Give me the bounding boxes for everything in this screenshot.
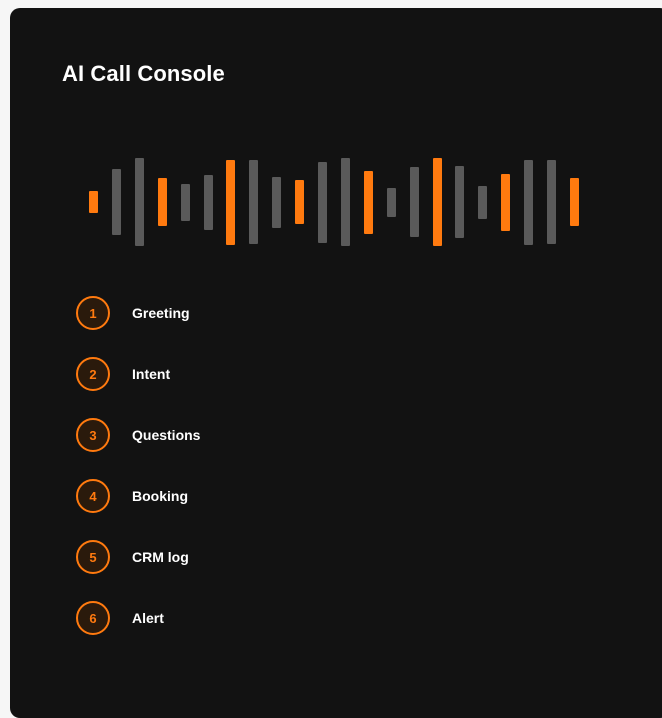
step-number-badge: 2	[76, 357, 110, 391]
waveform-bar	[272, 177, 281, 228]
call-steps-list: 1 Greeting 2 Intent 3 Questions 4 Bookin…	[76, 296, 200, 662]
step-label: Questions	[132, 427, 201, 443]
waveform-bar	[524, 160, 533, 245]
waveform-bar	[341, 158, 350, 246]
waveform-bar	[547, 160, 556, 244]
step-item-alert: 6 Alert	[76, 601, 200, 635]
step-label: Intent	[132, 366, 171, 382]
waveform-bar	[433, 158, 442, 246]
waveform-bar	[410, 167, 419, 237]
waveform-bar	[455, 166, 464, 238]
step-number-badge: 4	[76, 479, 110, 513]
waveform-bar	[181, 184, 190, 221]
waveform-bar	[89, 191, 98, 213]
waveform-bar	[478, 186, 487, 219]
step-label: Greeting	[132, 305, 190, 321]
waveform-bar	[226, 160, 235, 245]
step-label: Alert	[132, 610, 164, 626]
step-label: CRM log	[132, 549, 189, 565]
waveform-bar	[364, 171, 373, 234]
step-item-greeting: 1 Greeting	[76, 296, 200, 330]
step-label: Booking	[132, 488, 188, 504]
step-number-badge: 3	[76, 418, 110, 452]
call-console-panel: AI Call Console 1 Greeting 2 Intent 3 Qu…	[10, 8, 662, 718]
waveform-bar	[501, 174, 510, 231]
step-number-badge: 6	[76, 601, 110, 635]
waveform-bar	[570, 178, 579, 226]
step-item-intent: 2 Intent	[76, 357, 200, 391]
waveform-bar	[204, 175, 213, 230]
waveform-bar	[135, 158, 144, 246]
step-number-badge: 1	[76, 296, 110, 330]
step-item-crm-log: 5 CRM log	[76, 540, 200, 574]
waveform-bar	[112, 169, 121, 235]
waveform-bar	[158, 178, 167, 226]
waveform-bar	[249, 160, 258, 244]
waveform-bar	[295, 180, 304, 224]
step-item-questions: 3 Questions	[76, 418, 200, 452]
step-number-badge: 5	[76, 540, 110, 574]
waveform-bar	[318, 162, 327, 243]
waveform-bar	[387, 188, 396, 217]
step-item-booking: 4 Booking	[76, 479, 200, 513]
